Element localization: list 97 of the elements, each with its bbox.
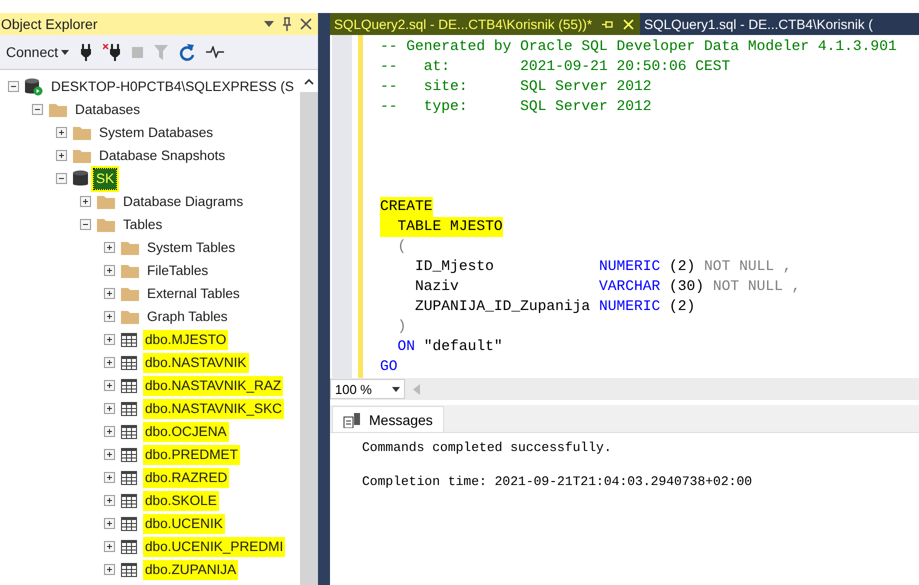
code-line: -- type: SQL Server 2012 <box>380 98 652 117</box>
table-icon <box>121 424 137 438</box>
refresh-icon[interactable] <box>179 44 196 60</box>
expand-toggle[interactable] <box>104 449 115 460</box>
messages-icon <box>343 412 361 428</box>
expand-toggle[interactable] <box>104 495 115 506</box>
table-icon <box>121 378 137 392</box>
table-icon <box>121 356 137 370</box>
disconnect-plug-icon[interactable] <box>103 44 122 60</box>
table-icon <box>121 448 137 462</box>
folder-icon <box>121 286 139 301</box>
tree-item[interactable]: dbo.PREDMET <box>143 444 240 464</box>
tree-item[interactable]: dbo.NASTAVNIK_SKC <box>143 398 284 418</box>
database-server-icon <box>25 78 43 96</box>
tree-item[interactable]: dbo.NASTAVNIK <box>143 352 248 372</box>
folder-icon <box>49 102 67 117</box>
expand-toggle[interactable] <box>104 334 115 345</box>
folder-icon <box>121 240 139 255</box>
tree-item[interactable]: Graph Tables <box>145 306 230 326</box>
zoom-dropdown[interactable]: 100 % <box>330 379 405 399</box>
close-icon[interactable] <box>300 18 312 30</box>
folder-icon <box>97 194 115 209</box>
expand-toggle[interactable] <box>80 196 91 207</box>
tree-item[interactable]: dbo.OCJENA <box>143 422 229 442</box>
document-tab[interactable]: SQLQuery1.sql - DE...CTB4\Korisnik ( <box>640 13 879 35</box>
expand-toggle[interactable] <box>104 426 115 437</box>
collapse-toggle[interactable] <box>56 173 67 184</box>
tree-item[interactable]: SK <box>94 168 116 188</box>
code-line: ) <box>396 318 406 337</box>
message-text: Commands completed successfully. <box>362 440 613 455</box>
tree-item[interactable]: dbo.MJESTO <box>143 330 228 350</box>
expand-toggle[interactable] <box>104 564 115 575</box>
table-icon <box>121 516 137 530</box>
panel-title: Object Explorer <box>1 16 98 32</box>
tree-item[interactable]: dbo.ZUPANIJA <box>143 560 238 580</box>
expand-toggle[interactable] <box>104 288 115 299</box>
table-icon <box>121 402 137 416</box>
plug-icon[interactable] <box>80 44 92 60</box>
collapse-toggle[interactable] <box>8 81 19 92</box>
folder-icon <box>97 217 115 232</box>
caret-icon <box>61 50 70 54</box>
tree-item[interactable]: dbo.UCENIK_PREDMI <box>143 536 286 556</box>
tree-item[interactable]: dbo.SKOLE <box>143 490 219 510</box>
expand-toggle[interactable] <box>104 357 115 368</box>
expand-toggle[interactable] <box>104 380 115 391</box>
tree-item[interactable]: Database Diagrams <box>121 192 246 212</box>
expand-toggle[interactable] <box>56 127 67 138</box>
expand-toggle[interactable] <box>104 265 115 276</box>
tree-item[interactable]: DESKTOP-H0PCTB4\SQLEXPRESS (S <box>49 76 296 96</box>
code-line: Naziv VARCHAR (30) NOT NULL , <box>414 278 800 297</box>
expand-toggle[interactable] <box>104 403 115 414</box>
table-icon <box>121 470 137 484</box>
table-icon <box>121 562 137 576</box>
tree-item[interactable]: dbo.RAZRED <box>143 468 230 488</box>
scroll-up-icon[interactable] <box>300 72 318 92</box>
activity-icon[interactable] <box>206 46 224 58</box>
expand-toggle[interactable] <box>104 518 115 529</box>
caret-icon <box>392 386 400 392</box>
code-line: ZUPANIJA_ID_Zupanija NUMERIC (2) <box>414 298 696 317</box>
tree-item[interactable]: Tables <box>121 214 164 234</box>
connect-button[interactable]: Connect <box>6 44 70 60</box>
code-line: ( <box>396 238 406 257</box>
collapse-toggle[interactable] <box>32 104 43 115</box>
expand-toggle[interactable] <box>104 541 115 552</box>
tree-item[interactable]: System Tables <box>145 238 238 258</box>
code-line: -- at: 2021-09-21 20:50:06 CEST <box>380 58 730 77</box>
message-text: Completion time: 2021-09-21T21:04:03.2940738+02:00 <box>362 474 754 489</box>
collapse-toggle[interactable] <box>80 219 91 230</box>
tree-item[interactable]: FileTables <box>145 260 210 280</box>
expand-toggle[interactable] <box>104 242 115 253</box>
tree-item[interactable]: System Databases <box>97 122 216 142</box>
tree-item[interactable]: dbo.NASTAVNIK_RAZ <box>143 376 284 396</box>
dropdown-icon[interactable] <box>264 21 274 27</box>
tree-item[interactable]: Database Snapshots <box>97 146 228 166</box>
table-icon <box>121 494 137 508</box>
code-line: ON "default" <box>396 338 503 357</box>
table-icon <box>121 540 137 554</box>
folder-icon <box>73 148 91 163</box>
code-line: -- Generated by Oracle SQL Developer Data Modeler 4.1.3.901 <box>380 38 897 57</box>
folder-icon <box>121 309 139 324</box>
code-line: CREATE <box>380 197 433 217</box>
expand-toggle[interactable] <box>104 311 115 322</box>
code-line: GO <box>380 358 398 377</box>
tree-item[interactable]: Databases <box>73 100 142 120</box>
pin-icon[interactable] <box>282 17 292 31</box>
folder-icon <box>73 125 91 140</box>
database-icon <box>73 170 88 187</box>
messages-tab[interactable]: Messages <box>332 406 444 432</box>
scrollbar[interactable] <box>300 72 318 585</box>
expand-toggle[interactable] <box>104 472 115 483</box>
code-line: ID_Mjesto NUMERIC (2) NOT NULL , <box>414 258 792 277</box>
table-icon <box>121 332 137 346</box>
expand-toggle[interactable] <box>56 150 67 161</box>
tree-item[interactable]: External Tables <box>145 284 242 304</box>
code-line: -- site: SQL Server 2012 <box>380 78 652 97</box>
tree-item[interactable]: dbo.UCENIK <box>143 514 225 534</box>
folder-icon <box>121 263 139 278</box>
